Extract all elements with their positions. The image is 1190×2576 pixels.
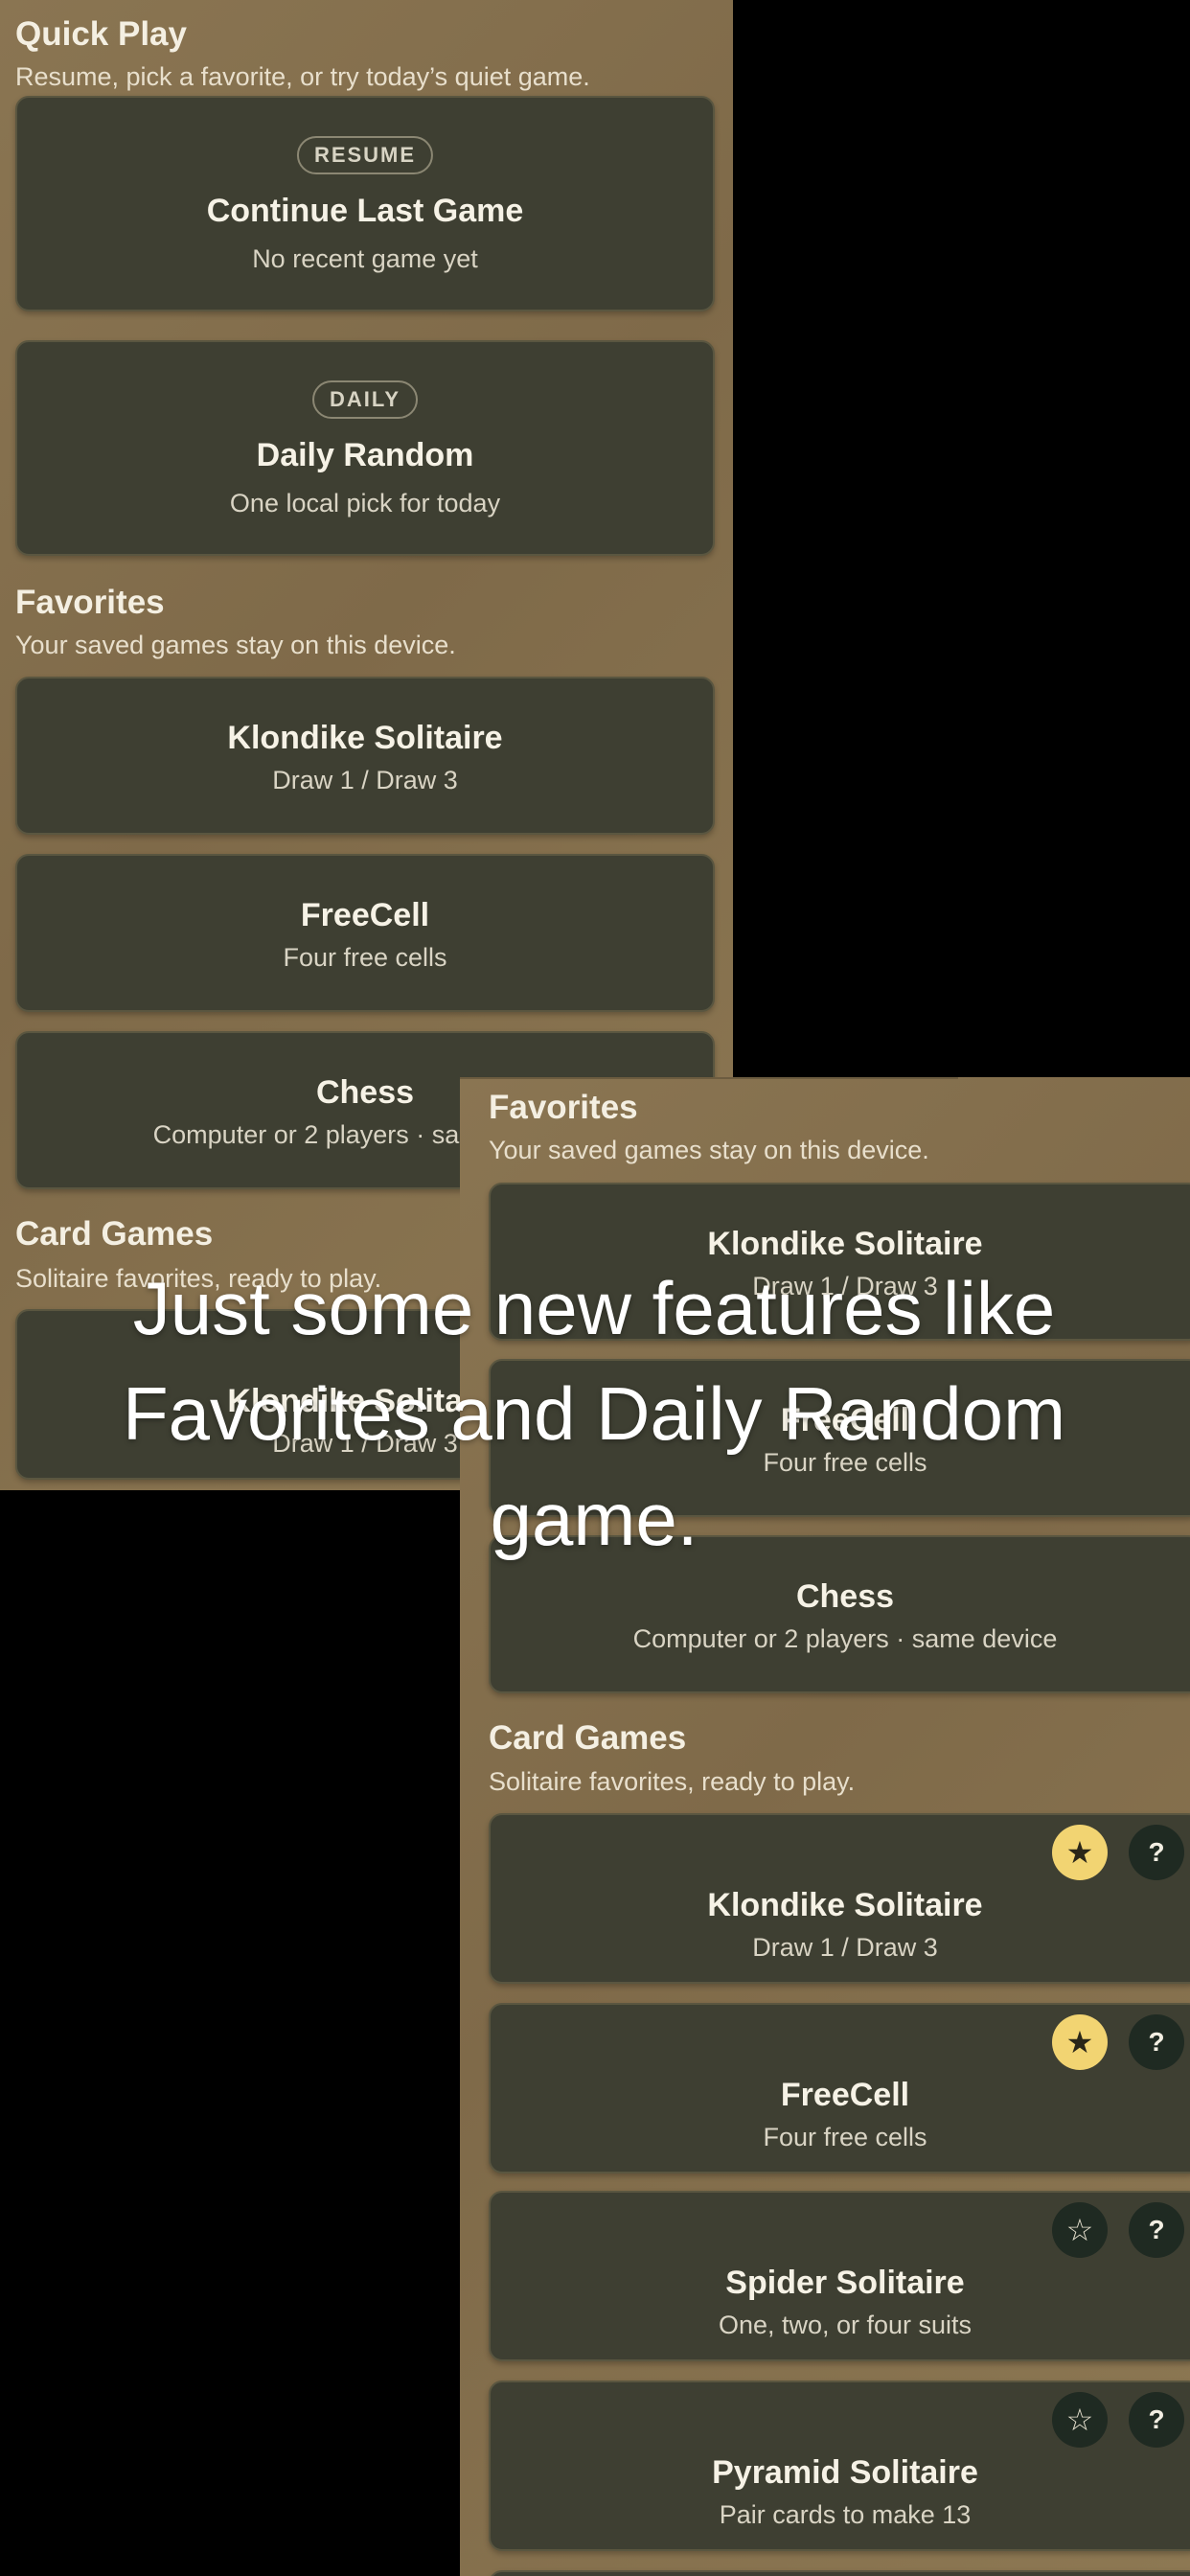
card-subtitle: No recent game yet — [252, 244, 478, 273]
card-game-freecell[interactable]: ★ ? FreeCell Four free cells — [489, 2003, 1190, 2174]
question-icon[interactable]: ? — [1129, 2202, 1184, 2258]
favorites-subtitle: Your saved games stay on this device. — [489, 1136, 929, 1164]
card-title: Klondike Solitaire — [227, 720, 503, 756]
question-icon[interactable]: ? — [1129, 2014, 1184, 2070]
continue-last-game-card[interactable]: RESUME Continue Last Game No recent game… — [15, 96, 715, 311]
card-title: Chess — [795, 1578, 895, 1615]
favorites-subtitle: Your saved games stay on this device. — [15, 631, 456, 659]
card-games-title: Card Games — [15, 1215, 214, 1253]
daily-badge: DAILY — [312, 380, 418, 419]
resume-badge: RESUME — [296, 136, 434, 174]
card-subtitle: Pair cards to make 13 — [719, 2500, 972, 2529]
card-game-klondike[interactable]: ★ ? Klondike Solitaire Draw 1 / Draw 3 — [489, 1813, 1190, 1984]
card-subtitle: One local pick for today — [229, 489, 501, 518]
card-games-title: Card Games — [489, 1719, 687, 1757]
quick-play-subtitle: Resume, pick a favorite, or try today’s … — [15, 62, 590, 91]
card-title: Klondike Solitaire — [707, 1887, 983, 1923]
card-title: Pyramid Solitaire — [712, 2454, 978, 2491]
star-filled-icon[interactable]: ★ — [1052, 2014, 1108, 2070]
star-outline-icon[interactable]: ☆ — [1052, 2202, 1108, 2258]
card-title: FreeCell — [780, 2077, 910, 2113]
card-title: Continue Last Game — [206, 193, 524, 229]
question-icon[interactable]: ? — [1129, 2392, 1184, 2448]
card-games-subtitle: Solitaire favorites, ready to play. — [489, 1767, 856, 1796]
card-game-pyramid[interactable]: ☆ ? Pyramid Solitaire Pair cards to make… — [489, 2380, 1190, 2551]
favorite-card-freecell[interactable]: FreeCell Four free cells — [15, 854, 715, 1012]
favorites-title: Favorites — [15, 584, 165, 621]
star-outline-icon[interactable]: ☆ — [1052, 2392, 1108, 2448]
card-title: Spider Solitaire — [725, 2265, 965, 2301]
card-title: FreeCell — [300, 897, 430, 933]
card-game-next-partial[interactable] — [489, 2570, 1190, 2576]
quick-play-title: Quick Play — [15, 15, 187, 53]
card-subtitle: Four free cells — [283, 943, 447, 972]
card-subtitle: Draw 1 / Draw 3 — [752, 1933, 938, 1962]
star-filled-icon[interactable]: ★ — [1052, 1825, 1108, 1880]
top-divider — [460, 1077, 958, 1079]
card-subtitle: Computer or 2 players · same device — [632, 1624, 1058, 1653]
favorite-card-klondike[interactable]: Klondike Solitaire Draw 1 / Draw 3 — [15, 677, 715, 835]
card-game-spider[interactable]: ☆ ? Spider Solitaire One, two, or four s… — [489, 2191, 1190, 2361]
card-subtitle: Draw 1 / Draw 3 — [272, 766, 458, 794]
question-icon[interactable]: ? — [1129, 1825, 1184, 1880]
card-title: Daily Random — [256, 437, 474, 473]
daily-random-card[interactable]: DAILY Daily Random One local pick for to… — [15, 340, 715, 556]
overlay-caption: Just some new features like Favorites an… — [122, 1266, 1066, 1561]
favorites-title: Favorites — [489, 1089, 638, 1126]
card-subtitle: Four free cells — [763, 2123, 927, 2151]
card-subtitle: One, two, or four suits — [718, 2311, 973, 2339]
